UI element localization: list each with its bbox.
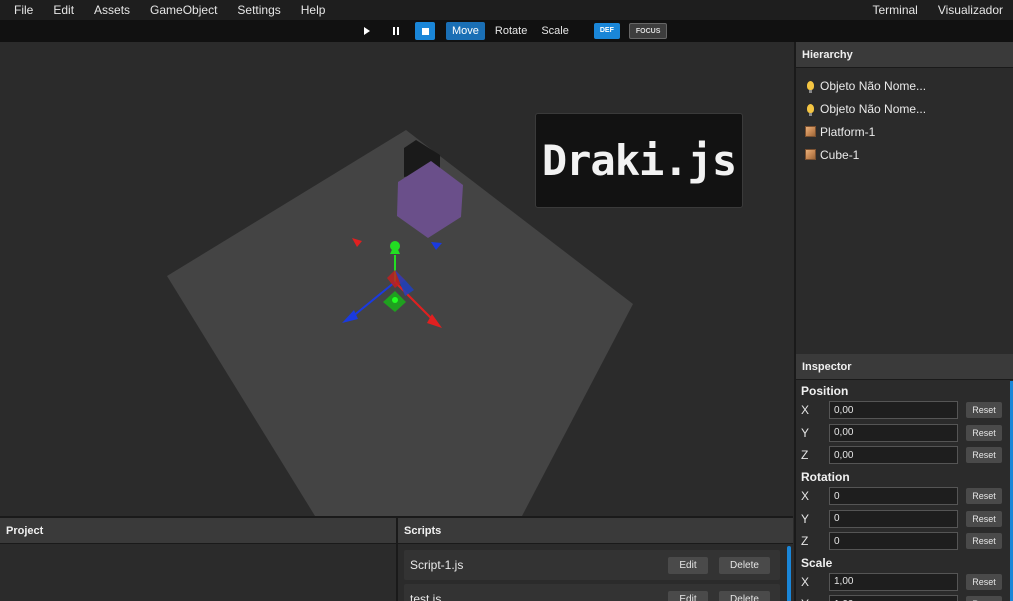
gizmo-center[interactable] (392, 297, 398, 303)
rotation-x-field[interactable] (829, 487, 958, 506)
inspector-panel: Inspector Position X Reset Y Reset Z Res… (794, 354, 1013, 601)
script-name: test.js (410, 592, 442, 601)
hierarchy-panel: Hierarchy Objeto Não Nome... Objeto Não … (794, 42, 1013, 354)
hierarchy-item-label: Platform-1 (820, 124, 876, 139)
menu-settings[interactable]: Settings (227, 0, 290, 20)
reset-button[interactable]: Reset (966, 596, 1002, 601)
scale-y-row: Y Reset (796, 593, 1013, 601)
hierarchy-item[interactable]: Cube-1 (796, 143, 1013, 166)
inspector-body: Position X Reset Y Reset Z Reset Rotatio… (796, 381, 1013, 601)
reset-button[interactable]: Reset (966, 533, 1002, 550)
inspector-title: Inspector (796, 354, 1013, 380)
rotation-x-row: X Reset (796, 485, 1013, 508)
axis-label: Y (801, 511, 810, 526)
hierarchy-item[interactable]: Objeto Não Nome... (796, 97, 1013, 120)
axis-label: X (801, 403, 810, 418)
hierarchy-item-label: Objeto Não Nome... (820, 78, 927, 93)
axis-label: Y (801, 597, 829, 601)
rotation-y-row: Y Reset (796, 507, 1013, 530)
rotation-label: Rotation (801, 469, 850, 484)
stop-icon (421, 27, 429, 35)
menu-visualizador[interactable]: Visualizador (928, 0, 1013, 20)
gizmo-y-handle[interactable] (390, 241, 400, 251)
position-z-row: Z Reset (796, 444, 1013, 467)
cube-icon (804, 126, 816, 138)
tool-scale-button[interactable]: Scale (535, 22, 575, 40)
menu-help[interactable]: Help (291, 0, 336, 20)
script-row[interactable]: Script-1.js Edit Delete (404, 550, 780, 580)
tool-rotate-button[interactable]: Rotate (489, 22, 533, 40)
reset-button[interactable]: Reset (966, 424, 1002, 441)
script-row[interactable]: test.js Edit Delete (404, 584, 780, 601)
position-y-field[interactable] (829, 423, 958, 442)
scripts-panel: Scripts Script-1.js Edit Delete test.js … (396, 516, 793, 601)
toolbar: Move Rotate Scale DEF FOCUS (0, 20, 1013, 42)
reset-button[interactable]: Reset (966, 510, 1002, 527)
stop-button[interactable] (415, 22, 435, 40)
scripts-scrollbar[interactable] (787, 546, 791, 601)
position-x-row: X Reset (796, 399, 1013, 422)
delete-button[interactable]: Delete (719, 556, 770, 574)
cube-icon (804, 149, 816, 161)
logo-text: Draki.js (541, 136, 737, 185)
menu-bar: File Edit Assets GameObject Settings Hel… (0, 0, 1013, 20)
axis-label: X (801, 574, 810, 589)
pause-button[interactable] (386, 22, 406, 40)
reset-button[interactable]: Reset (966, 573, 1002, 590)
project-title: Project (0, 518, 396, 544)
scale-x-field[interactable] (829, 572, 958, 591)
hierarchy-list: Objeto Não Nome... Objeto Não Nome... Pl… (796, 74, 1013, 166)
project-panel: Project (0, 516, 396, 601)
scale-label: Scale (801, 555, 833, 570)
scripts-title: Scripts (398, 518, 793, 544)
position-x-field[interactable] (829, 401, 958, 420)
script-name: Script-1.js (410, 558, 464, 572)
scene-viewport[interactable]: Draki.js (0, 42, 793, 516)
rotation-z-field[interactable] (829, 532, 958, 551)
scale-x-row: X Reset (796, 571, 1013, 594)
hierarchy-title: Hierarchy (796, 42, 1013, 68)
hierarchy-item-label: Objeto Não Nome... (820, 101, 927, 116)
play-button[interactable] (357, 22, 377, 40)
editor-window: File Edit Assets GameObject Settings Hel… (0, 0, 1013, 601)
reset-button[interactable]: Reset (966, 488, 1002, 505)
axis-label: Z (801, 534, 809, 549)
rotation-y-field[interactable] (829, 509, 958, 528)
focus-button[interactable]: FOCUS (628, 23, 668, 39)
axis-label: Z (801, 448, 809, 463)
draki-logo: Draki.js (535, 113, 743, 208)
delete-button[interactable]: Delete (719, 590, 770, 601)
edit-button[interactable]: Edit (668, 556, 708, 574)
light-bulb-icon (804, 103, 816, 116)
scale-y-field[interactable] (829, 595, 958, 601)
position-z-field[interactable] (829, 446, 958, 465)
hierarchy-item[interactable]: Platform-1 (796, 120, 1013, 143)
light-bulb-icon (804, 80, 816, 93)
menu-gameobject[interactable]: GameObject (140, 0, 227, 20)
rotation-z-row: Z Reset (796, 530, 1013, 553)
position-y-row: Y Reset (796, 422, 1013, 445)
axis-label: X (801, 489, 810, 504)
axis-label: Y (801, 425, 810, 440)
position-label: Position (801, 384, 849, 398)
pause-icon (393, 27, 399, 35)
reset-button[interactable]: Reset (966, 402, 1002, 419)
tool-move-button[interactable]: Move (446, 22, 485, 40)
menu-terminal[interactable]: Terminal (862, 0, 927, 20)
menu-assets[interactable]: Assets (84, 0, 140, 20)
edit-button[interactable]: Edit (668, 590, 708, 601)
hierarchy-item-label: Cube-1 (820, 147, 860, 162)
menu-edit[interactable]: Edit (43, 0, 84, 20)
hierarchy-item[interactable]: Objeto Não Nome... (796, 74, 1013, 97)
reset-button[interactable]: Reset (966, 447, 1002, 464)
def-button[interactable]: DEF (593, 23, 620, 39)
play-icon (364, 27, 370, 35)
menu-file[interactable]: File (0, 0, 43, 20)
